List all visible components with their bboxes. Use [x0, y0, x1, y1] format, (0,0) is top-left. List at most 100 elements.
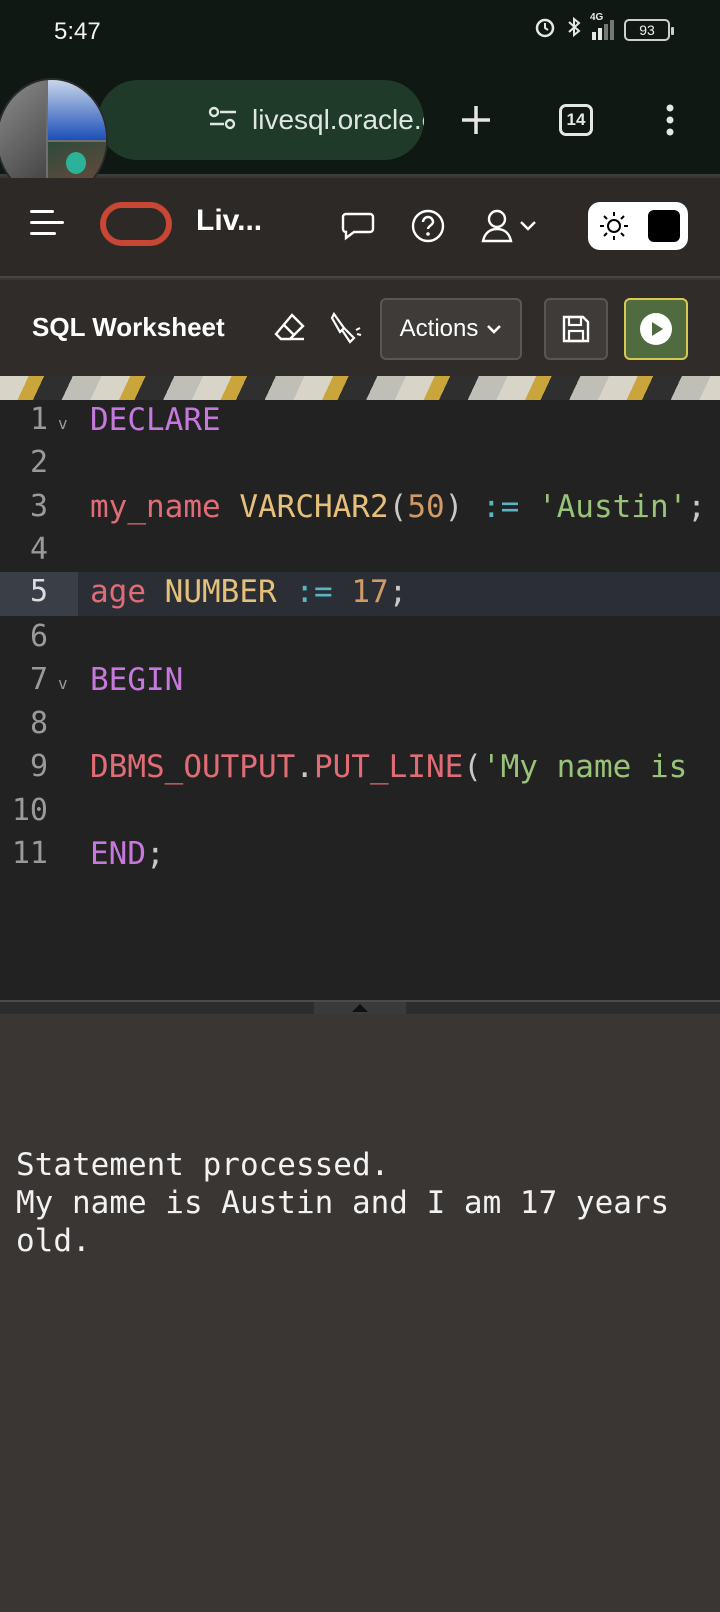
line-gutter: 5 [0, 572, 78, 616]
bluetooth-icon [566, 16, 582, 44]
sun-icon [600, 212, 628, 240]
type-token: VARCHAR2 [239, 489, 389, 525]
fold-toggle-icon[interactable]: v [58, 414, 68, 433]
decorative-banner [0, 376, 720, 400]
line-number: 5 [29, 574, 48, 609]
code-line[interactable]: 2 [0, 443, 720, 487]
paren-token: ( [463, 749, 482, 785]
line-number: 8 [29, 706, 48, 741]
number-token: 50 [407, 489, 445, 525]
semicolon-token: ; [687, 489, 706, 525]
user-icon [481, 209, 513, 243]
theme-toggle[interactable] [588, 202, 688, 250]
eraser-icon [274, 313, 305, 341]
line-gutter: 7 v [0, 660, 78, 704]
code-line[interactable]: 3 my_name VARCHAR2(50) := 'Austin'; [0, 487, 720, 531]
type-token: NUMBER [164, 574, 277, 610]
keyword-token: BEGIN [90, 662, 184, 698]
format-button[interactable] [322, 304, 370, 352]
string-token: 'My name is [481, 749, 688, 785]
output-panel: Statement processed. My name is Austin a… [0, 1014, 720, 1612]
battery-icon: 93 [624, 19, 674, 41]
line-gutter: 9 [0, 747, 78, 791]
app-header: Liv... [0, 178, 720, 278]
run-icon [640, 313, 672, 345]
line-number: 4 [29, 532, 48, 567]
line-number: 9 [29, 749, 48, 784]
keyword-token: END [90, 836, 146, 872]
help-icon[interactable] [408, 204, 448, 248]
line-gutter: 2 [0, 443, 78, 487]
site-settings-icon[interactable] [208, 105, 238, 136]
line-gutter: 1 v [0, 400, 78, 444]
status-time: 5:47 [54, 18, 101, 45]
more-menu-button[interactable] [640, 90, 700, 150]
save-icon [562, 315, 590, 343]
line-number: 6 [29, 619, 48, 654]
code-line-active[interactable]: 5 age NUMBER := 17; [0, 572, 720, 616]
line-gutter: 8 [0, 704, 78, 748]
status-bar: 5:47 4G 93 [0, 0, 720, 66]
semicolon-token: ; [388, 574, 408, 610]
dot-token: . [295, 749, 314, 785]
feedback-icon[interactable] [338, 204, 378, 248]
status-icons: 4G 93 [534, 12, 674, 44]
paren-token: ( [388, 489, 408, 525]
more-icon [666, 104, 674, 136]
fold-toggle-icon[interactable]: v [58, 674, 68, 693]
line-number: 10 [11, 793, 48, 828]
line-gutter: 11 [0, 834, 78, 878]
chevron-down-icon [487, 325, 502, 334]
line-number: 2 [29, 445, 48, 480]
identifier-token: PUT_LINE [313, 749, 464, 785]
actions-label: Actions [399, 315, 479, 342]
line-number: 11 [11, 836, 48, 871]
string-token: 'Austin' [537, 489, 688, 525]
line-number: 3 [29, 489, 48, 524]
actions-button[interactable]: Actions [380, 298, 522, 360]
code-line[interactable]: 6 [0, 617, 720, 661]
new-tab-button[interactable] [446, 90, 506, 150]
url-text[interactable]: livesql.oracle.com/o [252, 104, 424, 136]
save-button[interactable] [544, 298, 608, 360]
code-line[interactable]: 4 [0, 530, 720, 574]
semicolon-token: ; [146, 836, 165, 872]
user-menu-button[interactable] [474, 204, 544, 248]
chevron-down-icon [520, 221, 536, 231]
line-gutter: 10 [0, 791, 78, 835]
panel-splitter[interactable] [0, 1000, 720, 1016]
battery-level: 93 [639, 22, 655, 38]
tabs-button[interactable]: 14 [546, 90, 606, 150]
alarm-icon [534, 16, 556, 44]
code-line[interactable]: 10 [0, 791, 720, 835]
format-icon [330, 311, 362, 344]
network-label: 4G [590, 12, 604, 23]
address-bar[interactable]: livesql.oracle.com/o [98, 80, 424, 160]
code-line[interactable]: 7 v BEGIN [0, 660, 720, 704]
code-line[interactable]: 1 v DECLARE [0, 400, 720, 444]
hamburger-icon[interactable] [30, 210, 66, 244]
oracle-logo[interactable] [100, 202, 172, 246]
app-title: Liv... [196, 204, 263, 237]
code-editor[interactable]: 1 v DECLARE 2 3 my_name VARCHAR2(50) := … [0, 400, 720, 1000]
clear-button[interactable] [266, 304, 314, 352]
line-gutter: 4 [0, 530, 78, 574]
browser-toolbar: livesql.oracle.com/o 14 [0, 66, 720, 200]
code-line[interactable]: 11 END; [0, 834, 720, 878]
run-button[interactable] [624, 298, 688, 360]
dark-mode-swatch[interactable] [648, 210, 680, 242]
identifier-token: my_name [90, 489, 221, 525]
signal-icon: 4G [590, 12, 614, 40]
identifier-token: age [90, 574, 146, 610]
number-token: 17 [351, 574, 389, 610]
worksheet-toolbar: SQL Worksheet Actions [0, 280, 720, 376]
operator-token: := [295, 574, 333, 610]
line-gutter: 6 [0, 617, 78, 661]
code-line[interactable]: 8 [0, 704, 720, 748]
keyword-token: DECLARE [90, 402, 221, 438]
operator-token: := [481, 489, 520, 525]
worksheet-title: SQL Worksheet [32, 312, 225, 342]
new-tab-icon [462, 106, 490, 134]
code-line[interactable]: 9 DBMS_OUTPUT.PUT_LINE('My name is [0, 747, 720, 791]
line-number: 7 [29, 662, 48, 697]
